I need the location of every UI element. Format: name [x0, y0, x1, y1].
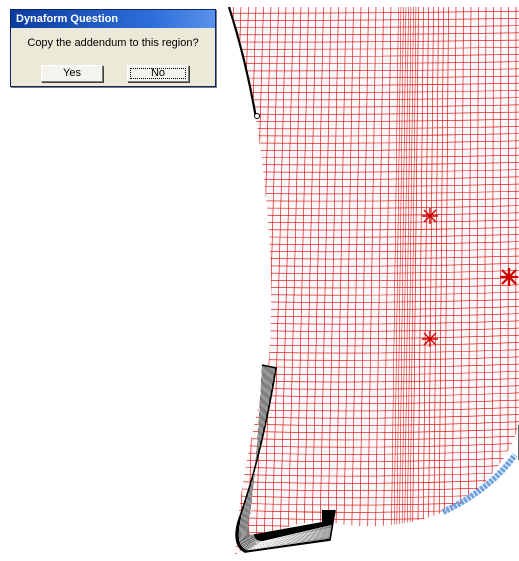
dialog-title: Dynaform Question [11, 10, 215, 28]
star-marker-lower [422, 331, 438, 347]
dialog-message: Copy the addendum to this region? [27, 37, 199, 49]
no-button[interactable]: No [127, 65, 189, 82]
mesh-panel [229, 7, 519, 555]
star-marker-upper [422, 208, 438, 224]
outline-node [254, 113, 260, 119]
dialog-button-row: Yes No [11, 65, 215, 83]
question-dialog: Dynaform Question Copy the addendum to t… [10, 9, 216, 87]
star-marker-right [500, 268, 518, 286]
yes-button[interactable]: Yes [41, 65, 103, 82]
